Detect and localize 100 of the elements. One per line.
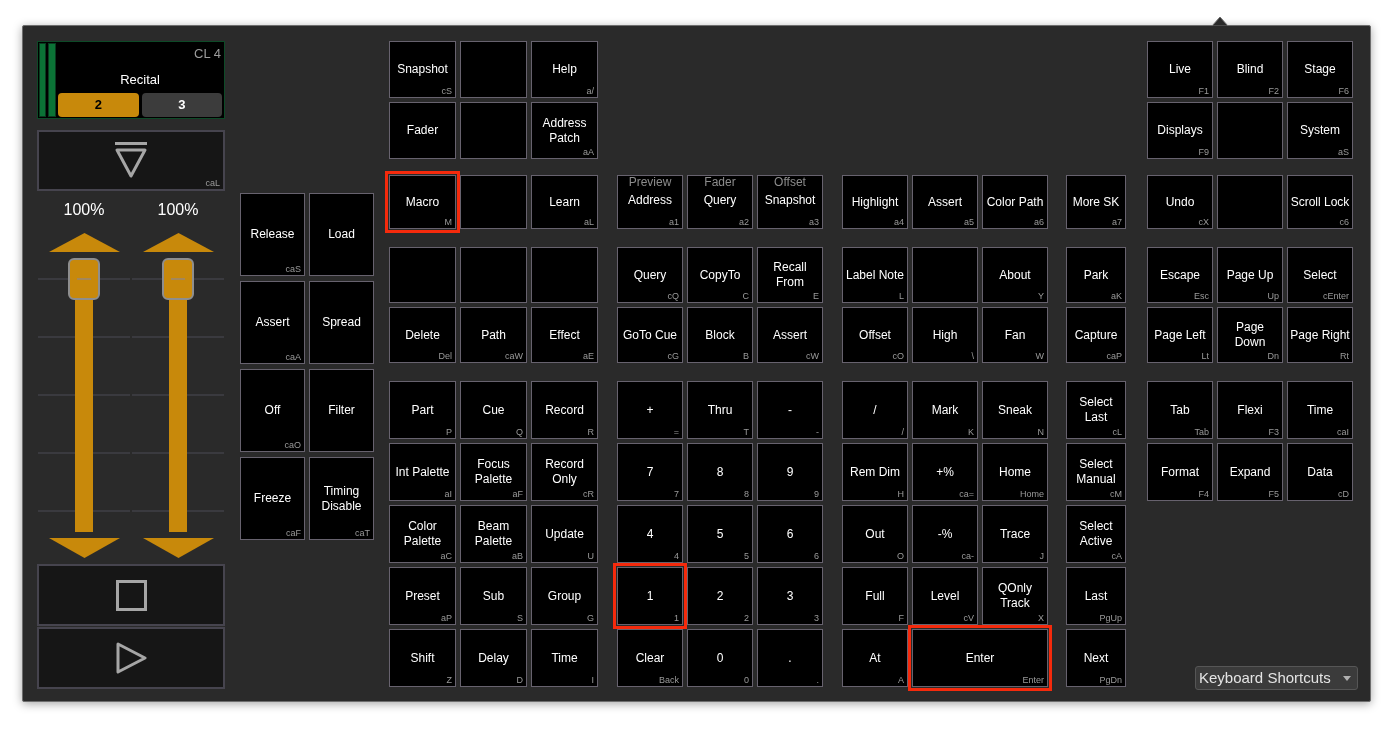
console-key[interactable]: Time caI	[1287, 381, 1353, 439]
console-key[interactable]: Macro M	[385, 171, 460, 233]
fader-track[interactable]	[68, 258, 100, 532]
blank-key[interactable]	[389, 247, 456, 303]
console-key[interactable]: Label Note L	[842, 247, 908, 303]
console-key[interactable]: Offset cO	[842, 307, 908, 363]
console-key[interactable]: Snapshot cS	[389, 41, 456, 98]
console-key[interactable]: Select Active cA	[1066, 505, 1126, 563]
fader-track[interactable]	[162, 258, 194, 532]
console-key[interactable]: Path caW	[460, 307, 527, 363]
down-triangle-button[interactable]: caL	[37, 130, 225, 191]
console-key[interactable]: Scroll Lock c6	[1287, 175, 1353, 229]
console-key[interactable]: Fader	[389, 102, 456, 159]
console-key[interactable]: Escape Esc	[1147, 247, 1213, 303]
console-key[interactable]: Expand F5	[1217, 443, 1283, 501]
console-key[interactable]: -% ca-	[912, 505, 978, 563]
console-key[interactable]: Offset Snapshot a3	[757, 175, 823, 229]
console-key[interactable]: Tab Tab	[1147, 381, 1213, 439]
console-key[interactable]: 9 9	[757, 443, 823, 501]
console-key[interactable]: Blind F2	[1217, 41, 1283, 98]
console-key[interactable]: CopyTo C	[687, 247, 753, 303]
console-key[interactable]: High \	[912, 307, 978, 363]
fader-thumb[interactable]	[162, 258, 194, 300]
console-key[interactable]: Address Patch aA	[531, 102, 598, 159]
console-key[interactable]: Undo cX	[1147, 175, 1213, 229]
console-key[interactable]: Color Palette aC	[389, 505, 456, 563]
up-triangle-icon[interactable]	[142, 233, 214, 252]
console-key[interactable]: Rem Dim H	[842, 443, 908, 501]
console-key[interactable]: Capture caP	[1066, 307, 1126, 363]
console-key[interactable]: 4 4	[617, 505, 683, 563]
console-key[interactable]: Clear Back	[617, 629, 683, 687]
console-key[interactable]: Home Home	[982, 443, 1048, 501]
up-triangle-icon[interactable]	[48, 233, 120, 252]
console-key[interactable]: Next PgDn	[1066, 629, 1126, 687]
console-key[interactable]: Record R	[531, 381, 598, 439]
console-key[interactable]: Page Left Lt	[1147, 307, 1213, 363]
console-key[interactable]: - -	[757, 381, 823, 439]
console-key[interactable]: Flexi F3	[1217, 381, 1283, 439]
console-key[interactable]: Assert caA	[240, 281, 305, 364]
console-key[interactable]: Select cEnter	[1287, 247, 1353, 303]
fader-thumb[interactable]	[68, 258, 100, 300]
console-key[interactable]: Data cD	[1287, 443, 1353, 501]
down-triangle-icon[interactable]	[48, 538, 120, 558]
console-key[interactable]: Part P	[389, 381, 456, 439]
console-key[interactable]: Thru T	[687, 381, 753, 439]
console-key[interactable]: 3 3	[757, 567, 823, 625]
console-key[interactable]: / /	[842, 381, 908, 439]
console-key[interactable]: Stage F6	[1287, 41, 1353, 98]
console-key[interactable]: Learn aL	[531, 175, 598, 229]
console-key[interactable]: Update U	[531, 505, 598, 563]
console-key[interactable]: Delete Del	[389, 307, 456, 363]
blank-key[interactable]	[1217, 102, 1283, 159]
console-key[interactable]: Freeze caF	[240, 457, 305, 540]
console-key[interactable]: Color Path a6	[982, 175, 1048, 229]
console-key[interactable]: Select Manual cM	[1066, 443, 1126, 501]
console-key[interactable]: Help a/	[531, 41, 598, 98]
console-key[interactable]: Preview Address a1	[617, 175, 683, 229]
console-key[interactable]: Page Down Dn	[1217, 307, 1283, 363]
console-key[interactable]: Cue Q	[460, 381, 527, 439]
console-key[interactable]: At A	[842, 629, 908, 687]
blank-key[interactable]	[912, 247, 978, 303]
down-triangle-icon[interactable]	[142, 538, 214, 558]
console-key[interactable]: Group G	[531, 567, 598, 625]
console-key[interactable]: Out O	[842, 505, 908, 563]
console-key[interactable]: Int Palette aI	[389, 443, 456, 501]
console-key[interactable]: Preset aP	[389, 567, 456, 625]
console-key[interactable]: Mark K	[912, 381, 978, 439]
console-key[interactable]: +% ca=	[912, 443, 978, 501]
console-key[interactable]: Live F1	[1147, 41, 1213, 98]
blank-key[interactable]	[1217, 175, 1283, 229]
blank-key[interactable]	[460, 247, 527, 303]
console-key[interactable]: Block B	[687, 307, 753, 363]
stop-button[interactable]	[37, 564, 225, 626]
blank-key[interactable]	[460, 41, 527, 98]
console-key[interactable]: Delay D	[460, 629, 527, 687]
console-key[interactable]: Assert a5	[912, 175, 978, 229]
console-key[interactable]: 6 6	[757, 505, 823, 563]
console-key[interactable]: + =	[617, 381, 683, 439]
console-key[interactable]: Beam Palette aB	[460, 505, 527, 563]
console-key[interactable]: 1 1	[613, 563, 687, 629]
console-key[interactable]: Sub S	[460, 567, 527, 625]
console-key[interactable]: Spread	[309, 281, 374, 364]
blank-key[interactable]	[460, 175, 527, 229]
console-key[interactable]: Park aK	[1066, 247, 1126, 303]
console-key[interactable]: Effect aE	[531, 307, 598, 363]
console-key[interactable]: Fader Query a2	[687, 175, 753, 229]
console-key[interactable]: System aS	[1287, 102, 1353, 159]
console-key[interactable]: Load	[309, 193, 374, 276]
console-key[interactable]: Level cV	[912, 567, 978, 625]
console-key[interactable]: Full F	[842, 567, 908, 625]
console-key[interactable]: Highlight a4	[842, 175, 908, 229]
console-key[interactable]: Sneak N	[982, 381, 1048, 439]
console-key[interactable]: Assert cW	[757, 307, 823, 363]
console-key[interactable]: Time I	[531, 629, 598, 687]
cue-button[interactable]: 2	[58, 93, 139, 117]
cue-button[interactable]: 3	[141, 93, 222, 117]
console-key[interactable]: Displays F9	[1147, 102, 1213, 159]
console-key[interactable]: 7 7	[617, 443, 683, 501]
console-key[interactable]: Enter Enter	[908, 625, 1052, 691]
console-key[interactable]: Query cQ	[617, 247, 683, 303]
